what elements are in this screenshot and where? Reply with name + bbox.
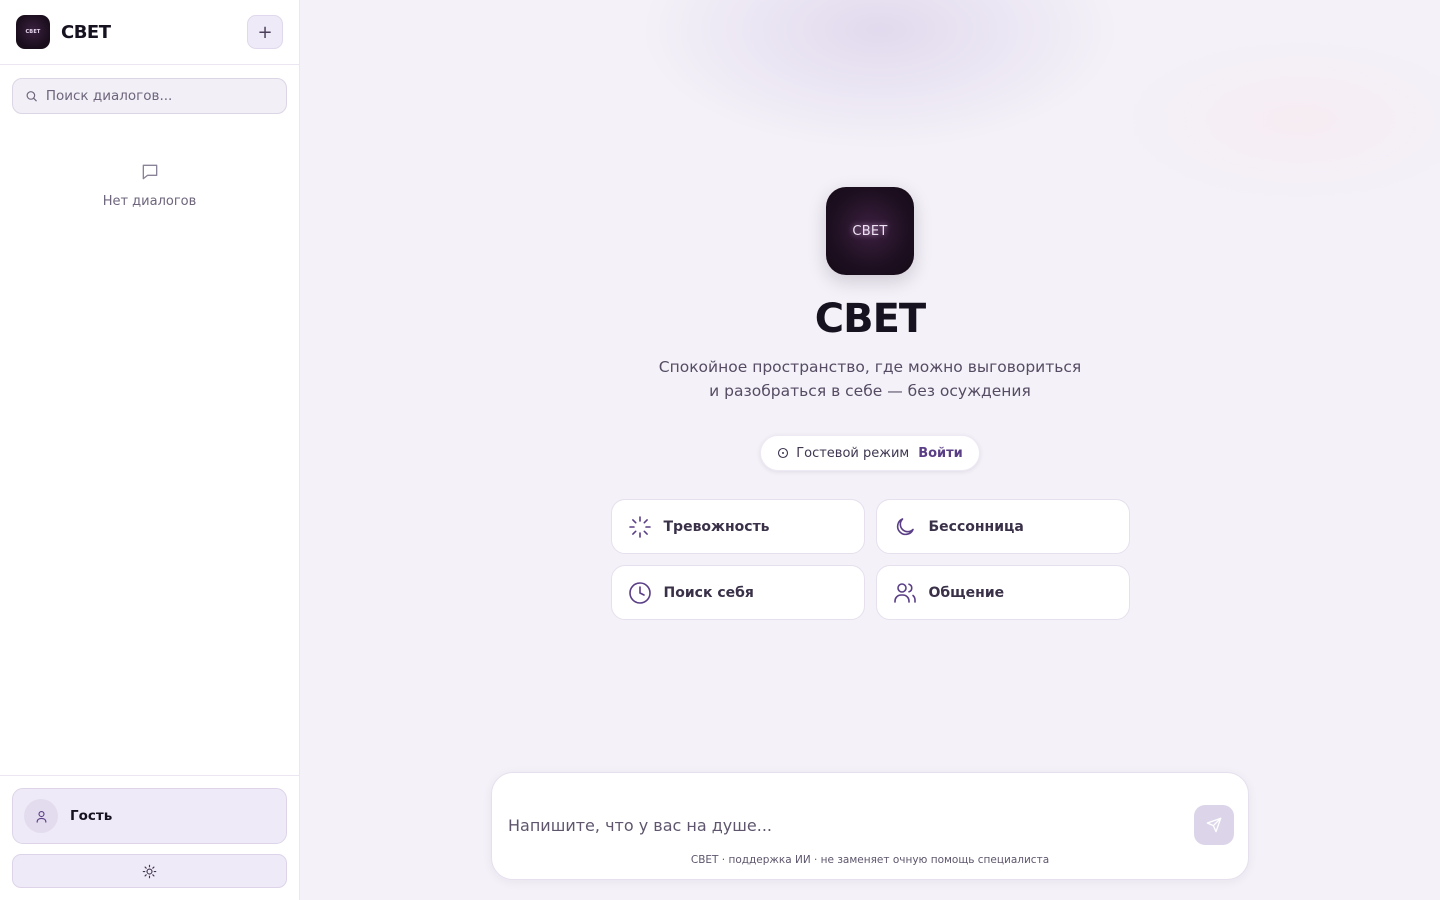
hero-subtitle: Спокойное пространство, где можно выгово…	[658, 358, 1082, 400]
main-area: СВЕТ СВЕТ Спокойное пространство, где мо…	[300, 0, 1440, 900]
topic-label: Поиск себя	[663, 584, 754, 601]
login-link[interactable]: Войти	[918, 446, 963, 461]
new-chat-button[interactable]: +	[247, 15, 283, 49]
topic-label: Бессонница	[928, 518, 1024, 535]
app: СВЕТ СВЕТ + Нет диалогов Гость	[0, 0, 1440, 900]
avatar	[24, 799, 58, 833]
info-circle-icon	[778, 447, 789, 459]
message-input[interactable]	[508, 816, 1188, 840]
message-square-icon	[142, 164, 157, 180]
topic-communication[interactable]: Общение	[875, 565, 1130, 620]
loader-icon	[628, 515, 651, 538]
search-icon	[26, 91, 37, 102]
topic-insomnia[interactable]: Бессонница	[875, 499, 1130, 554]
topic-label: Общение	[928, 584, 1005, 601]
user-card[interactable]: Гость	[12, 788, 287, 844]
empty-state: Нет диалогов	[0, 162, 299, 209]
search-box	[12, 78, 287, 114]
sidebar: СВЕТ СВЕТ + Нет диалогов Гость	[0, 0, 300, 900]
send-button[interactable]	[1194, 805, 1234, 845]
empty-state-text: Нет диалогов	[102, 194, 197, 209]
user-name: Гость	[70, 808, 113, 824]
brand[interactable]: СВЕТ СВЕТ	[16, 15, 111, 49]
hero: СВЕТ СВЕТ Спокойное пространство, где мо…	[300, 187, 1440, 620]
users-icon	[893, 582, 916, 603]
guest-mode-badge: Гостевой режим Войти	[760, 435, 980, 471]
moon-icon	[896, 517, 914, 535]
disclaimer: СВЕТ · поддержка ИИ · не заменяет очную …	[690, 854, 1050, 866]
topic-self-search[interactable]: Поиск себя	[610, 565, 865, 620]
guest-mode-text: Гостевой режим	[796, 445, 910, 461]
search-container	[0, 65, 299, 114]
clock-icon	[628, 581, 651, 604]
topic-anxiety[interactable]: Тревожность	[610, 499, 865, 554]
topic-grid: Тревожность Бессонница Поиск себя Общени…	[610, 499, 1130, 620]
hero-logo: СВЕТ	[826, 187, 914, 275]
sun-icon	[142, 864, 157, 878]
hero-title: СВЕТ	[814, 296, 926, 342]
user-icon	[36, 810, 46, 823]
sidebar-header: СВЕТ СВЕТ +	[0, 0, 299, 65]
plus-icon: +	[257, 21, 273, 43]
sidebar-footer: Гость	[0, 775, 299, 900]
message-composer: СВЕТ · поддержка ИИ · не заменяет очную …	[491, 772, 1249, 880]
brand-logo: СВЕТ	[16, 15, 50, 49]
brand-name: СВЕТ	[61, 21, 111, 43]
search-input[interactable]	[45, 88, 274, 104]
topic-label: Тревожность	[663, 518, 770, 535]
send-icon	[1206, 817, 1222, 833]
theme-toggle-button[interactable]	[12, 854, 287, 888]
